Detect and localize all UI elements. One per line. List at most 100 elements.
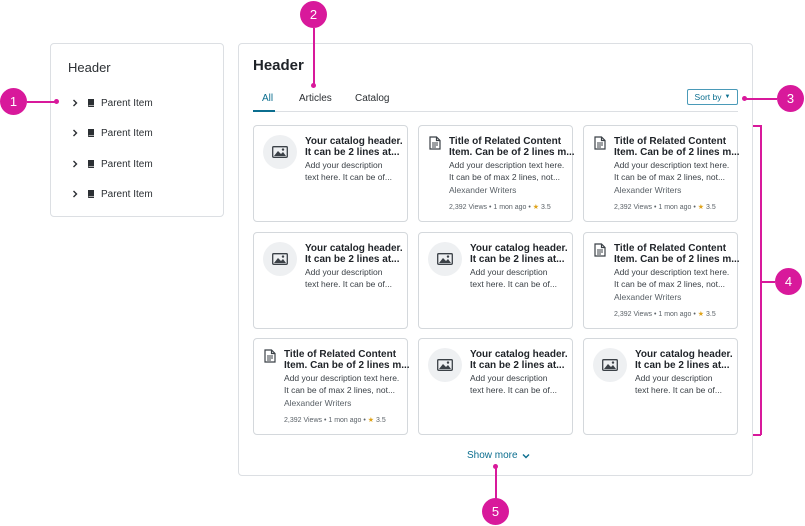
tree-item-label: Parent Item [101,158,153,170]
book-icon [85,127,97,139]
card-title-line-1: Title of Related Content [614,136,727,147]
chevron-right-icon[interactable] [69,127,81,139]
card-meta: 2,392 Views • 1 mon ago • ★ 3.5 [614,311,716,318]
card-desc-line-1: Add your description text here. [449,160,565,170]
caret-down-icon: ▼ [724,94,731,100]
card-views: 2,392 Views [449,204,488,211]
annotation-dot-2 [311,83,316,88]
card-desc-line-2: It can be of max 2 lines, not... [614,172,726,182]
annotation-marker-2: 2 [300,1,327,28]
card-rating: 3.5 [706,311,716,318]
card-title-line-2: Item. Can be of 2 lines m... [449,147,575,158]
annotation-bracket-line [760,125,762,435]
article-card[interactable]: Title of Related Content Item. Can be of … [418,125,575,222]
card-title-line-1: Title of Related Content [284,349,397,360]
card-desc-line-1: Add your description [470,267,548,277]
image-placeholder-icon [593,348,627,382]
card-meta: 2,392 Views • 1 mon ago • ★ 3.5 [449,204,551,211]
card-desc-line-1: Add your description text here. [284,373,400,383]
card-author: Alexander Writers [449,185,517,195]
show-more-button[interactable]: Show more [467,450,530,461]
card-time: 1 mon ago [493,204,527,211]
chevron-down-icon [522,452,530,460]
card-desc-line-2: text here. It can be of... [305,172,392,182]
tree-item-1[interactable]: Parent Item [69,94,153,112]
annotation-leader-2 [313,28,315,84]
card-views: 2,392 Views [614,311,653,318]
article-card[interactable]: Title of Related Content Item. Can be of … [253,338,410,435]
chevron-right-icon[interactable] [69,97,81,109]
card-views: 2,392 Views [614,204,653,211]
card-desc-line-2: text here. It can be of... [635,385,722,395]
star-icon: ★ [367,417,375,424]
image-placeholder-icon [263,135,297,169]
tab-catalog[interactable]: Catalog [355,93,389,112]
annotation-leader-5 [495,466,497,499]
card-time: 1 mon ago [658,311,692,318]
card-title-line-1: Your catalog header. [635,349,733,360]
tree-item-2[interactable]: Parent Item [69,124,153,142]
card-desc-line-1: Add your description text here. [614,160,730,170]
tab-bar: All Articles Catalog Sort by ▼ [253,89,738,112]
card-time: 1 mon ago [328,417,362,424]
annotation-dot-1 [54,99,59,104]
card-title-line-1: Title of Related Content [449,136,562,147]
document-icon [264,349,276,363]
catalog-card[interactable]: Your catalog header. It can be 2 lines at… [583,338,738,435]
card-desc-line-1: Add your description text here. [614,267,730,277]
card-author: Alexander Writers [614,292,682,302]
card-title-line-2: Item. Can be of 2 lines m... [284,360,410,371]
card-meta: 2,392 Views • 1 mon ago • ★ 3.5 [614,204,716,211]
card-title-line-1: Your catalog header. [470,243,568,254]
tree-item-4[interactable]: Parent Item [69,185,153,203]
star-icon: ★ [697,204,705,211]
article-card[interactable]: Title of Related Content Item. Can be of … [583,232,740,329]
image-placeholder-icon [428,242,462,276]
show-more-label: Show more [467,450,518,461]
annotation-dot-3 [742,96,747,101]
image-placeholder-icon [263,242,297,276]
chevron-right-icon[interactable] [69,188,81,200]
card-views: 2,392 Views [284,417,323,424]
card-title-line-2: It can be 2 lines at... [470,360,565,371]
card-rating: 3.5 [541,204,551,211]
card-desc-line-2: text here. It can be of... [305,279,392,289]
book-icon [85,158,97,170]
sort-by-button[interactable]: Sort by ▼ [687,89,738,105]
annotation-marker-4: 4 [775,268,802,295]
annotation-marker-5: 5 [482,498,509,525]
catalog-card[interactable]: Your catalog header. It can be 2 lines at… [418,338,573,435]
tree-panel-header: Header [68,60,111,75]
catalog-card[interactable]: Your catalog header. It can be 2 lines at… [418,232,573,329]
card-title-line-2: It can be 2 lines at... [470,254,565,265]
card-title-line-1: Title of Related Content [614,243,727,254]
tab-all[interactable]: All [253,93,275,112]
card-title-line-1: Your catalog header. [470,349,568,360]
chevron-right-icon[interactable] [69,158,81,170]
article-card[interactable]: Title of Related Content Item. Can be of … [583,125,740,222]
catalog-card[interactable]: Your catalog header. It can be 2 lines at… [253,125,408,222]
star-icon: ★ [697,311,705,318]
card-rating: 3.5 [376,417,386,424]
annotation-marker-3: 3 [777,85,804,112]
card-meta: 2,392 Views • 1 mon ago • ★ 3.5 [284,417,386,424]
annotation-leader-3 [744,98,777,100]
annotation-leader-4 [761,281,775,283]
card-desc-line-2: text here. It can be of... [470,385,557,395]
card-desc-line-1: Add your description [635,373,713,383]
annotation-marker-1: 1 [0,88,27,115]
catalog-card[interactable]: Your catalog header. It can be 2 lines at… [253,232,408,329]
card-title-line-1: Your catalog header. [305,243,403,254]
document-icon [429,136,441,150]
card-title-line-2: It can be 2 lines at... [305,254,400,265]
card-time: 1 mon ago [658,204,692,211]
card-title-line-1: Your catalog header. [305,136,403,147]
tree-item-3[interactable]: Parent Item [69,155,153,173]
annotation-bracket-bottom [753,434,761,436]
sort-by-label: Sort by [694,92,722,102]
book-icon [85,188,97,200]
card-desc-line-2: It can be of max 2 lines, not... [614,279,726,289]
tab-articles[interactable]: Articles [299,93,332,112]
content-panel-header: Header [253,57,304,74]
document-icon [594,243,606,257]
